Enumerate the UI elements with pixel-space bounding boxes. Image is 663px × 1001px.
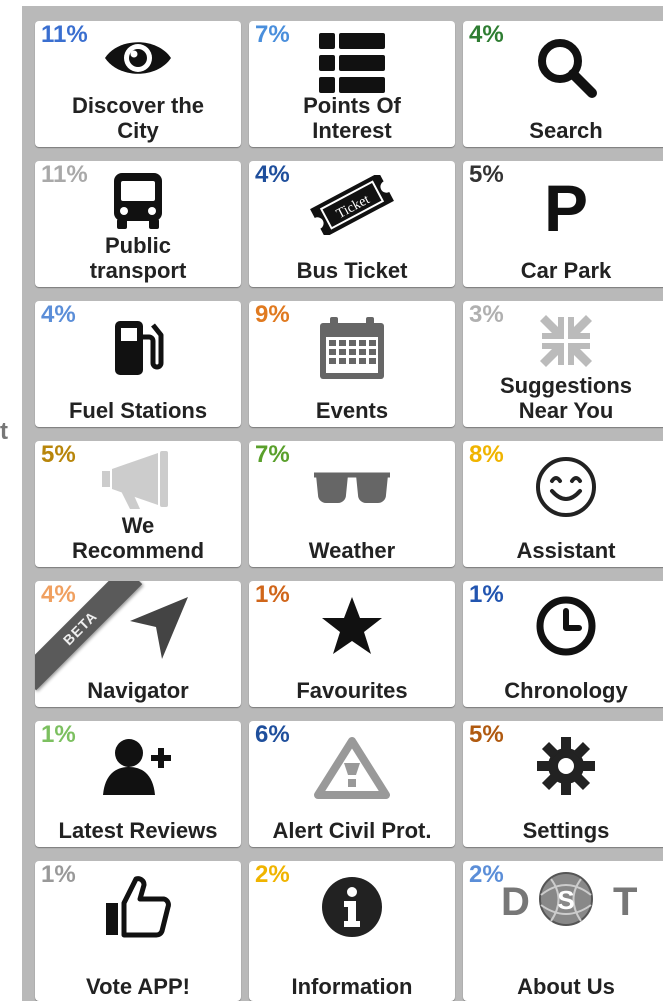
usage-percentage: 11% [41, 161, 88, 188]
list-icon [317, 31, 387, 100]
tile-events[interactable]: 9% Events [249, 301, 455, 427]
tile-label: Latest Reviews [58, 818, 218, 843]
usage-percentage: 4% [41, 301, 76, 328]
tile-we-recommend[interactable]: 5% We Recommend [35, 441, 241, 567]
bus-icon [108, 171, 168, 236]
svg-text:T: T [613, 880, 637, 924]
thumbs-up-icon [102, 875, 174, 946]
tile-settings[interactable]: 5% Settings [463, 721, 663, 847]
tile-about-us[interactable]: DSIT2% About Us [463, 861, 663, 1001]
smiley-icon [534, 455, 598, 524]
tile-label: Weather [308, 538, 396, 563]
tile-label: Favourites [296, 678, 408, 703]
sunglasses-icon [312, 467, 392, 512]
tile-label: Discover the City [71, 93, 205, 143]
usage-percentage: 2% [255, 861, 290, 888]
tile-bus-ticket[interactable]: Ticket 4% Bus Ticket [249, 161, 455, 287]
tile-information[interactable]: 2% Information [249, 861, 455, 1001]
tile-label: About Us [517, 974, 615, 999]
tile-label: Assistant [516, 538, 616, 563]
tile-fuel-stations[interactable]: 4% Fuel Stations [35, 301, 241, 427]
dsit-logo-icon: DSIT [491, 865, 641, 934]
usage-percentage: 6% [255, 721, 290, 748]
eye-icon [103, 31, 173, 90]
tile-suggestions-near-you[interactable]: 3% Suggestions Near You [463, 301, 663, 427]
tile-car-park[interactable]: P 5% Car Park [463, 161, 663, 287]
usage-percentage: 9% [255, 301, 290, 328]
search-icon [534, 35, 598, 104]
usage-percentage: 11% [41, 21, 88, 48]
usage-percentage: 5% [41, 441, 76, 468]
usage-percentage: 7% [255, 21, 290, 48]
tile-label: Car Park [520, 258, 612, 283]
tile-label: Fuel Stations [68, 398, 208, 423]
clock-icon [535, 595, 597, 662]
tile-label: Information [291, 974, 413, 999]
usage-percentage: 7% [255, 441, 290, 468]
tile-chronology[interactable]: 1% Chronology [463, 581, 663, 707]
tile-label: Suggestions Near You [499, 373, 632, 423]
tile-label: We Recommend [71, 513, 205, 563]
usage-percentage: 5% [469, 721, 504, 748]
calendar-icon [318, 315, 386, 386]
tile-label: Settings [522, 818, 610, 843]
usage-percentage: 2% [469, 861, 504, 888]
svg-text:D: D [501, 880, 530, 924]
edge-text-fragment: t [0, 418, 8, 445]
compress-arrows-icon [536, 311, 596, 376]
star-icon [320, 595, 384, 662]
ticket-icon: Ticket [309, 172, 395, 240]
fuel-pump-icon [111, 315, 165, 384]
tile-discover-the-city[interactable]: 11% Discover the City [35, 21, 241, 147]
tile-points-of-interest[interactable]: 7% Points Of Interest [249, 21, 455, 147]
add-user-icon [101, 735, 175, 802]
tile-alert-civil-prot[interactable]: 6% Alert Civil Prot. [249, 721, 455, 847]
usage-percentage: 4% [41, 581, 76, 608]
usage-percentage: 1% [41, 721, 76, 748]
usage-percentage: 3% [469, 301, 504, 328]
usage-percentage: 1% [469, 581, 504, 608]
tile-public-transport[interactable]: 11% Public transport [35, 161, 241, 287]
tile-label: Events [315, 398, 389, 423]
tile-weather[interactable]: 7% Weather [249, 441, 455, 567]
tile-favourites[interactable]: 1% Favourites [249, 581, 455, 707]
tile-navigator[interactable]: 4% Navigator BETA [35, 581, 241, 707]
tile-label: Navigator [87, 678, 189, 703]
parking-icon: P [536, 171, 596, 245]
tile-label: Alert Civil Prot. [272, 818, 432, 843]
navigation-arrow-icon [124, 595, 194, 666]
usage-percentage: 1% [255, 581, 290, 608]
tile-label: Points Of Interest [303, 93, 401, 143]
usage-percentage: 4% [469, 21, 504, 48]
tile-latest-reviews[interactable]: 1% Latest Reviews [35, 721, 241, 847]
usage-percentage: 4% [255, 161, 290, 188]
usage-percentage: 5% [469, 161, 504, 188]
tile-label: Search [529, 118, 603, 143]
tile-label: Public transport [89, 233, 187, 283]
tile-label: Bus Ticket [296, 258, 408, 283]
warning-triangle-icon [312, 735, 392, 804]
usage-percentage: 1% [41, 861, 76, 888]
tile-label: Vote APP! [86, 974, 190, 999]
gear-icon [535, 735, 597, 802]
megaphone-icon [98, 451, 178, 514]
info-icon [320, 875, 384, 944]
tile-label: Chronology [504, 678, 628, 703]
svg-text:P: P [544, 175, 588, 239]
tile-assistant[interactable]: 8% Assistant [463, 441, 663, 567]
usage-percentage: 8% [469, 441, 504, 468]
tile-vote-app[interactable]: 1% Vote APP! [35, 861, 241, 1001]
tile-search[interactable]: 4% Search [463, 21, 663, 147]
